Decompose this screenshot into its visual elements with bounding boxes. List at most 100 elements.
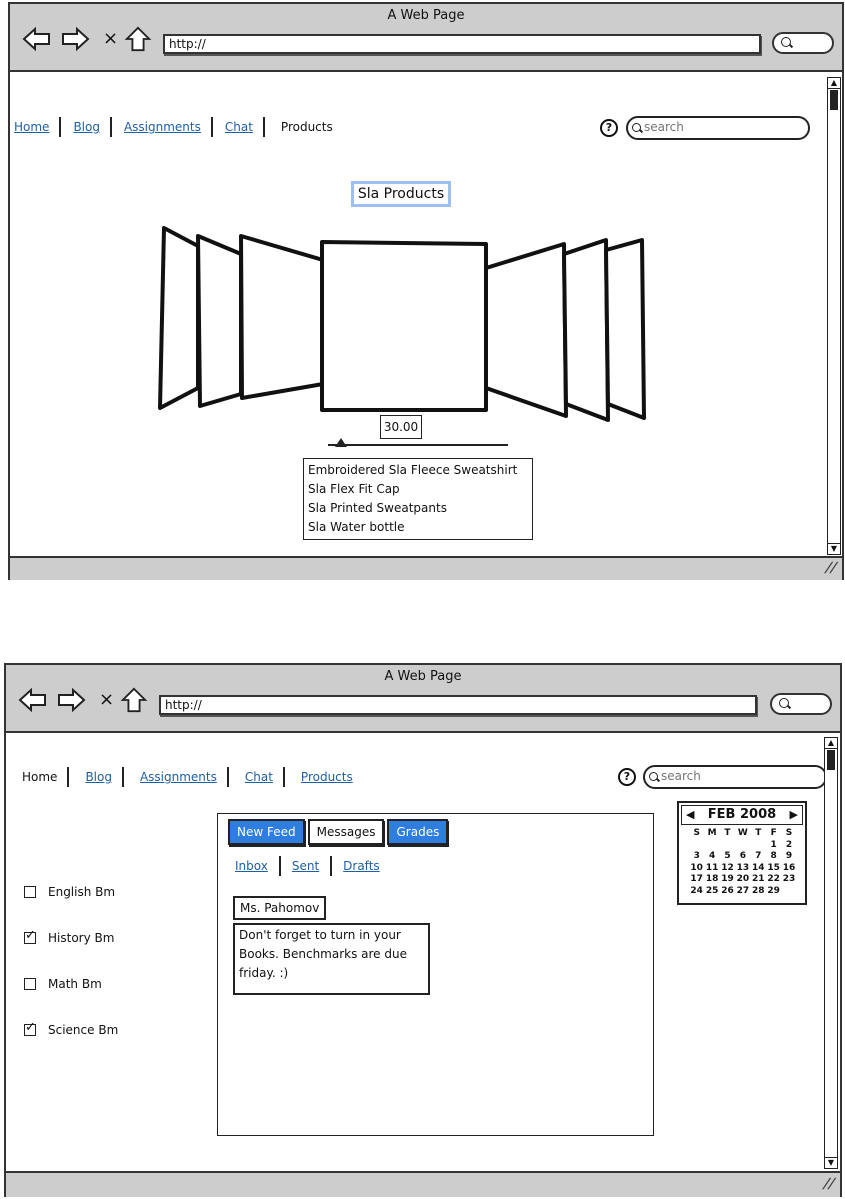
calendar-day[interactable]: 21: [751, 874, 766, 886]
next-month-icon[interactable]: ▶: [790, 806, 798, 824]
tab-messages[interactable]: Messages: [307, 819, 385, 845]
product-list[interactable]: Embroidered Sla Fleece Sweatshirt Sla Fl…: [303, 458, 533, 540]
address-bar[interactable]: http://: [159, 695, 757, 715]
cover-flow[interactable]: [158, 224, 658, 424]
list-item[interactable]: Sla Water bottle: [308, 518, 528, 537]
calendar-day[interactable]: 2: [781, 840, 796, 852]
calendar-day[interactable]: 15: [766, 863, 781, 875]
site-search[interactable]: [643, 765, 827, 789]
message-sender[interactable]: Ms. Pahomov: [233, 896, 327, 920]
calendar-week: 24 25 26 27 28 29: [689, 886, 797, 898]
calendar-day[interactable]: 20: [735, 874, 750, 886]
scroll-down-icon[interactable]: ▼: [825, 1157, 837, 1168]
resize-grip-icon[interactable]: //: [823, 560, 839, 576]
calendar-day[interactable]: 17: [689, 874, 704, 886]
calendar-day[interactable]: 5: [720, 851, 735, 863]
checkbox-checked[interactable]: [24, 932, 36, 944]
calendar-day[interactable]: 7: [751, 851, 766, 863]
prev-month-icon[interactable]: ◀: [686, 806, 694, 824]
checkbox-label: Science Bm: [48, 1023, 119, 1037]
calendar-day[interactable]: 28: [751, 886, 766, 898]
nav-link-assignments[interactable]: Assignments: [128, 770, 223, 784]
calendar-day[interactable]: 19: [720, 874, 735, 886]
scroll-thumb[interactable]: [827, 750, 835, 770]
calendar-day[interactable]: 26: [720, 886, 735, 898]
checkbox-checked[interactable]: [24, 1024, 36, 1036]
calendar-day[interactable]: 27: [735, 886, 750, 898]
browser-search-button[interactable]: [772, 32, 834, 54]
calendar-day: [720, 840, 735, 852]
calendar-day[interactable]: 6: [735, 851, 750, 863]
calendar-day[interactable]: 10: [689, 863, 704, 875]
nav-link-assignments[interactable]: Assignments: [116, 120, 207, 134]
site-search[interactable]: [626, 116, 810, 140]
stop-icon[interactable]: ×: [99, 689, 114, 710]
calendar-day[interactable]: 14: [751, 863, 766, 875]
help-icon[interactable]: ?: [600, 119, 618, 137]
calendar-day[interactable]: 8: [766, 851, 781, 863]
nav-link-home[interactable]: Home: [10, 120, 55, 134]
nav-divider: [262, 117, 265, 137]
tab-new-feed[interactable]: New Feed: [228, 819, 305, 845]
calendar-day[interactable]: 24: [689, 886, 704, 898]
price-slider-thumb[interactable]: [335, 438, 347, 447]
list-item[interactable]: Embroidered Sla Fleece Sweatshirt: [308, 461, 528, 480]
nav-divider: [109, 117, 112, 137]
nav-link-chat[interactable]: Chat: [217, 120, 259, 134]
scroll-down-icon[interactable]: ▼: [828, 543, 840, 554]
checkbox-science-bm[interactable]: Science Bm: [24, 1023, 118, 1037]
site-nav: Home Blog Assignments Chat Products: [16, 767, 359, 787]
nav-link-products[interactable]: Products: [289, 770, 359, 784]
calendar-day[interactable]: 29: [766, 886, 781, 898]
nav-link-chat[interactable]: Chat: [233, 770, 279, 784]
calendar-day[interactable]: 11: [704, 863, 719, 875]
checkbox-unchecked[interactable]: [24, 978, 36, 990]
calendar-day[interactable]: 4: [704, 851, 719, 863]
cover-item: [239, 234, 325, 400]
calendar-day[interactable]: 13: [735, 863, 750, 875]
back-arrow-icon[interactable]: [22, 26, 52, 52]
nav-link-blog[interactable]: Blog: [73, 770, 118, 784]
search-input[interactable]: [659, 768, 816, 784]
products-title: Sla Products: [351, 181, 451, 207]
resize-grip-icon[interactable]: //: [821, 1176, 837, 1192]
calendar-day[interactable]: 1: [766, 840, 781, 852]
stop-icon[interactable]: ×: [103, 28, 118, 49]
calendar-grid: S M T W T F S 1 2 3 4 5 6 7 8 9 10 11 12 13 14 15 16 17 18 19 20 21…: [689, 828, 797, 897]
checkbox-unchecked[interactable]: [24, 886, 36, 898]
search-input[interactable]: [642, 119, 799, 135]
scroll-thumb[interactable]: [830, 90, 838, 110]
vertical-scrollbar[interactable]: ▲ ▼: [824, 737, 838, 1169]
home-icon[interactable]: [120, 687, 148, 713]
browser-search-button[interactable]: [770, 693, 832, 715]
forward-arrow-icon[interactable]: [60, 26, 90, 52]
scroll-up-icon[interactable]: ▲: [825, 738, 837, 749]
list-item[interactable]: Sla Flex Fit Cap: [308, 480, 528, 499]
link-inbox[interactable]: Inbox: [233, 859, 270, 873]
link-sent[interactable]: Sent: [290, 859, 321, 873]
address-bar[interactable]: http://: [163, 34, 761, 54]
calendar-day[interactable]: 3: [689, 851, 704, 863]
home-icon[interactable]: [124, 26, 152, 52]
help-icon[interactable]: ?: [618, 768, 636, 786]
calendar-day[interactable]: 9: [781, 851, 796, 863]
calendar-day[interactable]: 18: [704, 874, 719, 886]
nav-link-blog[interactable]: Blog: [65, 120, 106, 134]
forward-arrow-icon[interactable]: [56, 687, 86, 713]
checkbox-math-bm[interactable]: Math Bm: [24, 977, 102, 991]
tab-grades[interactable]: Grades: [387, 819, 449, 845]
list-item[interactable]: Sla Printed Sweatpants: [308, 499, 528, 518]
calendar-day[interactable]: 16: [781, 863, 796, 875]
calendar-day[interactable]: 12: [720, 863, 735, 875]
calendar-day[interactable]: 25: [704, 886, 719, 898]
checkbox-english-bm[interactable]: English Bm: [24, 885, 115, 899]
price-slider-track[interactable]: [328, 444, 508, 446]
link-drafts[interactable]: Drafts: [341, 859, 382, 873]
scroll-up-icon[interactable]: ▲: [828, 78, 840, 89]
nav-item-home-current: Home: [22, 770, 58, 784]
checkbox-history-bm[interactable]: History Bm: [24, 931, 114, 945]
calendar-day[interactable]: 23: [781, 874, 796, 886]
calendar-day[interactable]: 22: [766, 874, 781, 886]
vertical-scrollbar[interactable]: ▲ ▼: [827, 77, 841, 555]
back-arrow-icon[interactable]: [18, 687, 48, 713]
